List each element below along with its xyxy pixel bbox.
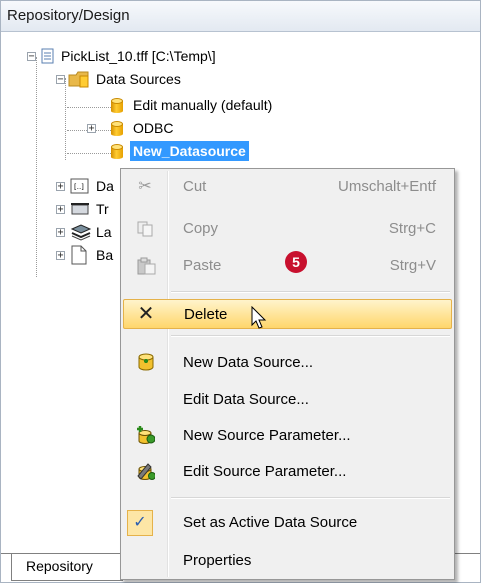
expand-icon[interactable]: + xyxy=(56,228,65,238)
expand-icon[interactable]: + xyxy=(56,251,65,261)
menu-separator xyxy=(171,291,450,293)
table-icon xyxy=(71,203,89,215)
panel-title: Repository/Design xyxy=(7,7,130,24)
tree-line xyxy=(36,57,37,277)
scissors-icon: ✂ xyxy=(138,178,152,195)
menu-item-properties[interactable]: Properties xyxy=(123,547,452,575)
database-icon xyxy=(111,98,123,113)
tree-line xyxy=(67,107,111,108)
menu-item-label: Paste xyxy=(183,257,222,274)
new-datasource-icon xyxy=(138,353,154,371)
copy-icon xyxy=(137,221,153,237)
tree-node-label: Tr xyxy=(96,201,109,217)
mouse-pointer-icon xyxy=(251,306,267,329)
tree-node-label: La xyxy=(96,224,112,240)
expand-icon[interactable]: + xyxy=(56,182,65,192)
tree-node-label: Edit manually (default) xyxy=(133,97,273,113)
menu-shortcut: Umschalt+Entf xyxy=(338,178,436,195)
menu-separator xyxy=(171,497,450,499)
database-icon xyxy=(111,121,123,136)
tree-node-label-selected: New_Datasource xyxy=(130,141,249,161)
menu-item-edit-data-source[interactable]: Edit Data Source... xyxy=(123,386,452,414)
tree-node-label: ODBC xyxy=(133,120,174,136)
menu-item-new-source-parameter[interactable]: New Source Parameter... xyxy=(123,422,452,450)
dataset-icon: [..] xyxy=(70,178,89,194)
context-menu: ✂ Cut Umschalt+Entf Copy Strg+C Paste St… xyxy=(120,168,455,580)
paste-icon xyxy=(137,257,156,275)
tree-node-label: Ba xyxy=(96,247,114,263)
menu-item-copy[interactable]: Copy Strg+C xyxy=(123,215,452,243)
new-parameter-icon xyxy=(137,426,155,444)
menu-item-label: Properties xyxy=(183,552,252,569)
menu-item-label: Delete xyxy=(184,306,228,323)
menu-item-label: Edit Data Source... xyxy=(183,391,309,408)
menu-shortcut: Strg+C xyxy=(388,220,436,237)
callout-badge: 5 xyxy=(285,251,307,273)
layers-icon xyxy=(70,224,92,241)
menu-item-edit-source-parameter[interactable]: Edit Source Parameter... xyxy=(123,458,452,486)
checkmark-icon: ✓ xyxy=(127,510,153,536)
menu-separator xyxy=(171,335,450,337)
menu-item-label: Set as Active Data Source xyxy=(183,514,358,531)
tree-line xyxy=(67,153,111,154)
menu-item-new-data-source[interactable]: New Data Source... xyxy=(123,349,452,377)
tab-label: Repository xyxy=(26,558,93,574)
tab-repository[interactable]: Repository xyxy=(11,554,123,581)
tree-node-label: Data Sources xyxy=(96,71,181,87)
menu-shortcut: Strg+V xyxy=(389,257,436,274)
expand-icon[interactable]: + xyxy=(87,124,96,134)
menu-item-label: New Data Source... xyxy=(183,354,314,371)
tree-node-label: Da xyxy=(96,178,114,194)
database-icon xyxy=(111,144,123,159)
tree-line xyxy=(65,78,66,160)
collapse-icon[interactable]: − xyxy=(56,75,65,85)
data-sources-folder-icon xyxy=(68,71,89,88)
menu-item-delete[interactable]: ✕ Delete xyxy=(123,299,452,329)
delete-x-icon: ✕ xyxy=(137,303,155,325)
page-icon xyxy=(71,245,87,265)
panel-titlebar: Repository/Design xyxy=(1,1,480,32)
collapse-icon[interactable]: − xyxy=(27,52,36,62)
expand-icon[interactable]: + xyxy=(56,205,65,215)
document-icon xyxy=(41,48,54,64)
menu-item-set-active-data-source[interactable]: ✓ Set as Active Data Source xyxy=(123,509,452,537)
menu-item-label: New Source Parameter... xyxy=(183,427,351,444)
edit-parameter-icon xyxy=(137,463,155,480)
menu-item-cut[interactable]: ✂ Cut Umschalt+Entf xyxy=(123,173,452,201)
menu-item-label: Copy xyxy=(183,220,219,237)
menu-item-label: Edit Source Parameter... xyxy=(183,463,347,480)
menu-item-label: Cut xyxy=(183,178,207,195)
svg-text:[..]: [..] xyxy=(74,183,84,191)
tree-node-label: PickList_10.tff [C:\Temp\] xyxy=(61,48,216,64)
